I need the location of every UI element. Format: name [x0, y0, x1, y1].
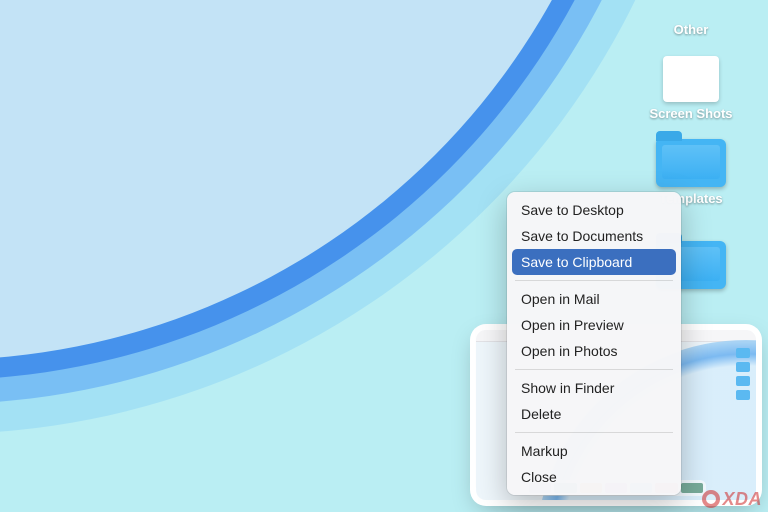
watermark: XDA	[702, 489, 762, 510]
menu-separator	[515, 432, 673, 433]
thumb-desktop-icons	[736, 348, 750, 400]
menu-item-open-photos[interactable]: Open in Photos	[507, 338, 681, 364]
menu-item-show-finder[interactable]: Show in Finder	[507, 375, 681, 401]
menu-item-open-preview[interactable]: Open in Preview	[507, 312, 681, 338]
menu-item-save-desktop[interactable]: Save to Desktop	[507, 197, 681, 223]
screenshot-context-menu: Save to Desktop Save to Documents Save t…	[507, 192, 681, 495]
watermark-ring-icon	[702, 490, 720, 508]
stack-other[interactable]: Other	[636, 18, 746, 38]
watermark-text: XDA	[722, 489, 762, 509]
menu-item-save-clipboard[interactable]: Save to Clipboard	[512, 249, 676, 275]
menu-separator	[515, 280, 673, 281]
stack-screenshots[interactable]: Screen Shots	[636, 56, 746, 122]
menu-item-delete[interactable]: Delete	[507, 401, 681, 427]
menu-item-markup[interactable]: Markup	[507, 438, 681, 464]
menu-separator	[515, 369, 673, 370]
file-icon	[663, 56, 719, 102]
menu-item-close[interactable]: Close	[507, 464, 681, 490]
menu-item-save-documents[interactable]: Save to Documents	[507, 223, 681, 249]
desktop[interactable]: Other Screen Shots Templates Save to Des…	[0, 0, 768, 512]
stack-label: Screen Shots	[649, 106, 732, 122]
menu-item-open-mail[interactable]: Open in Mail	[507, 286, 681, 312]
stack-label: Other	[674, 22, 709, 38]
folder-icon	[656, 139, 726, 187]
